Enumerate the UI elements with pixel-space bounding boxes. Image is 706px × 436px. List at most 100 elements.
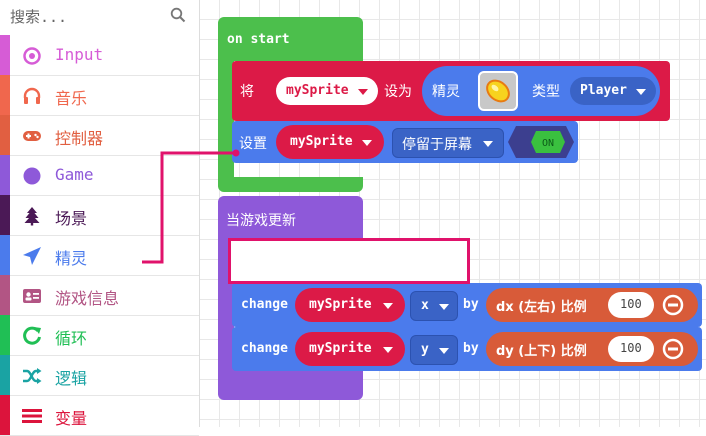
amount-value: 100 xyxy=(620,297,642,311)
kind-label: 类型 xyxy=(532,84,560,100)
category-label: Input xyxy=(55,45,104,64)
category-color-bar xyxy=(0,155,10,195)
category-color-bar xyxy=(0,235,10,275)
amount-value: 100 xyxy=(620,341,642,355)
category-label: 场景 xyxy=(55,209,88,228)
refresh-icon xyxy=(23,326,41,345)
target-icon xyxy=(23,47,41,65)
category-color-bar xyxy=(0,395,10,435)
variable-dropdown[interactable]: mySprite xyxy=(295,332,405,366)
workspace[interactable]: on start 将 mySprite 设为 精灵 类型 Player 设置 m… xyxy=(200,0,706,427)
category-color-bar xyxy=(0,75,10,115)
set-middle: 设为 xyxy=(384,84,412,100)
headphones-icon xyxy=(23,87,41,104)
category-music[interactable]: 音乐 xyxy=(0,75,199,116)
flag-option: 停留于屏幕 xyxy=(402,137,472,153)
category-sprites[interactable]: 精灵 xyxy=(0,235,199,276)
sprite-image-picker[interactable] xyxy=(478,71,518,111)
search-bar xyxy=(0,0,199,34)
category-label: 循环 xyxy=(55,329,88,348)
amount-input[interactable]: 100 xyxy=(608,292,654,318)
category-color-bar xyxy=(0,115,10,155)
sprite-property-reporter[interactable]: dx (左右) 比例 100 xyxy=(486,288,698,322)
category-label: 逻辑 xyxy=(55,369,88,388)
category-color-bar xyxy=(0,315,10,355)
dropdown-arrow-icon xyxy=(439,304,449,310)
gamepad-icon xyxy=(23,131,41,141)
bars-icon xyxy=(22,409,42,423)
dropdown-arrow-icon xyxy=(483,141,493,147)
dropdown-arrow-icon xyxy=(383,347,393,353)
category-label: Game xyxy=(55,165,94,184)
category-label: 音乐 xyxy=(55,89,88,108)
category-controller[interactable]: 控制器 xyxy=(0,115,199,156)
category-variables[interactable]: 变量 xyxy=(0,395,199,436)
sprite-label: 精灵 xyxy=(432,84,460,100)
category-label: 变量 xyxy=(55,409,88,428)
toolbox: Input 音乐 控制器 Game xyxy=(0,0,200,436)
search-input[interactable] xyxy=(8,5,162,29)
sprite-reporter[interactable]: 精灵 类型 Player xyxy=(422,66,660,116)
on-start-label: on start xyxy=(227,32,290,47)
dropdown-arrow-icon xyxy=(439,348,449,354)
category-scene[interactable]: 场景 xyxy=(0,195,199,236)
paper-plane-icon xyxy=(23,247,41,265)
flag-dropdown[interactable]: 停留于屏幕 xyxy=(392,128,504,158)
by-keyword: by xyxy=(463,341,479,356)
category-color-bar xyxy=(0,35,10,75)
category-game[interactable]: Game xyxy=(0,155,199,196)
axis-dropdown[interactable]: y xyxy=(410,335,458,365)
property-label: dx (左右) 比例 xyxy=(496,300,587,315)
id-card-icon xyxy=(23,289,41,303)
toggle-label: ON xyxy=(542,138,554,149)
kind-value: Player xyxy=(580,83,627,98)
toggle-switch[interactable]: ON xyxy=(508,126,574,158)
category-color-bar xyxy=(0,195,10,235)
category-label: 控制器 xyxy=(55,129,104,148)
lemon-sprite-icon xyxy=(486,79,510,103)
category-color-bar xyxy=(0,275,10,315)
minus-circle-icon[interactable] xyxy=(662,294,684,316)
variable-name: mySprite xyxy=(286,83,349,98)
by-keyword: by xyxy=(463,297,479,312)
axis-value: x xyxy=(421,298,429,313)
category-input[interactable]: Input xyxy=(0,35,199,76)
circle-icon xyxy=(23,167,41,185)
tree-icon xyxy=(24,207,40,226)
variable-dropdown[interactable]: mySprite xyxy=(276,125,384,159)
search-icon[interactable] xyxy=(170,7,186,23)
category-game-info[interactable]: 游戏信息 xyxy=(0,275,199,316)
axis-value: y xyxy=(421,342,429,357)
change-y-block[interactable]: change mySprite y by dy (上下) 比例 100 xyxy=(232,327,702,371)
amount-input[interactable]: 100 xyxy=(608,336,654,362)
sprite-property-reporter[interactable]: dy (上下) 比例 100 xyxy=(486,332,698,366)
category-logic[interactable]: 逻辑 xyxy=(0,355,199,396)
category-loops[interactable]: 循环 xyxy=(0,315,199,356)
property-label: dy (上下) 比例 xyxy=(496,344,587,359)
stay-in-screen-block[interactable]: 设置 mySprite 停留于屏幕 ON xyxy=(232,121,578,163)
kind-dropdown[interactable]: Player xyxy=(570,77,656,105)
highlight-drop-target xyxy=(228,238,470,284)
variable-name: mySprite xyxy=(290,134,353,149)
dropdown-arrow-icon xyxy=(358,89,368,95)
category-color-bar xyxy=(0,355,10,395)
set-sprite-block[interactable]: 将 mySprite 设为 精灵 类型 Player xyxy=(232,61,670,121)
on-update-label: 当游戏更新 xyxy=(226,213,296,229)
set-prefix: 将 xyxy=(240,84,254,100)
change-keyword: change xyxy=(241,341,288,356)
dropdown-arrow-icon xyxy=(636,89,646,95)
change-keyword: change xyxy=(241,297,288,312)
category-label: 精灵 xyxy=(55,249,88,268)
dropdown-arrow-icon xyxy=(362,140,372,146)
variable-name: mySprite xyxy=(309,341,372,356)
category-label: 游戏信息 xyxy=(55,289,120,308)
variable-dropdown[interactable]: mySprite xyxy=(276,77,378,105)
stay-prefix: 设置 xyxy=(239,136,267,152)
minus-circle-icon[interactable] xyxy=(662,338,684,360)
axis-dropdown[interactable]: x xyxy=(410,291,458,321)
shuffle-icon xyxy=(23,368,42,384)
variable-name: mySprite xyxy=(309,297,372,312)
dropdown-arrow-icon xyxy=(383,303,393,309)
variable-dropdown[interactable]: mySprite xyxy=(295,288,405,322)
change-x-block[interactable]: change mySprite x by dx (左右) 比例 100 xyxy=(232,283,702,327)
